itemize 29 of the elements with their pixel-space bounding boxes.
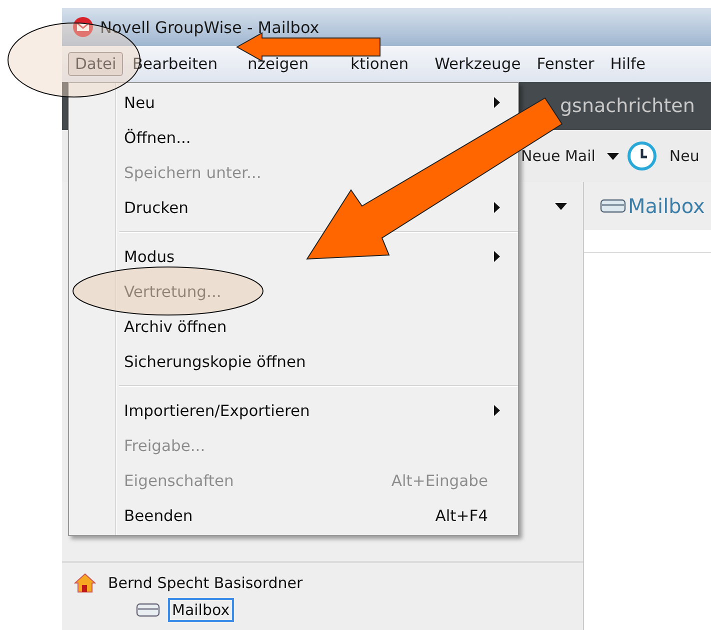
tray-icon [136, 602, 160, 618]
menu-bar-item[interactable]: Fenster [530, 52, 602, 76]
envelope-icon [72, 16, 94, 38]
new-mail-button[interactable]: Neue Mail [517, 147, 600, 165]
banner-title: gsnachrichten [560, 95, 695, 117]
menu-item[interactable]: Sicherungskopie öffnen [124, 352, 306, 370]
folder-item[interactable]: Mailbox [168, 598, 234, 622]
new-button[interactable]: Neu [665, 147, 704, 165]
menu-item[interactable]: Öffnen... [124, 128, 191, 146]
menu-bar-item[interactable]: Werkzeuge [428, 52, 528, 76]
menu-item[interactable]: Drucken [124, 198, 188, 216]
menu-bar-item[interactable]: ktionen [344, 52, 416, 76]
dropdown-icon[interactable] [607, 152, 620, 160]
menu-item[interactable]: Modus [124, 248, 175, 266]
menu-bar-item[interactable]: nzeigen [240, 52, 316, 76]
menu-item[interactable]: Archiv öffnen [124, 318, 227, 336]
shortcut-text: Alt+F4 [435, 506, 488, 524]
menu-item[interactable]: Importieren/Exportieren [124, 402, 310, 420]
menu-bar-item[interactable]: Hilfe [603, 52, 653, 76]
panel-title: Mailbox [628, 194, 705, 218]
house-icon [74, 573, 96, 593]
menu-item[interactable]: Beenden [124, 506, 193, 524]
dropdown-icon[interactable] [555, 202, 567, 210]
window-title: Novell GroupWise - Mailbox [100, 18, 320, 36]
menu-item[interactable]: Neu [124, 94, 155, 112]
folder-item[interactable]: Bernd Specht Basisordner [104, 571, 307, 595]
shortcut-text: Alt+Eingabe [391, 472, 488, 490]
clock-icon[interactable] [627, 141, 658, 171]
tray-icon [600, 198, 626, 214]
